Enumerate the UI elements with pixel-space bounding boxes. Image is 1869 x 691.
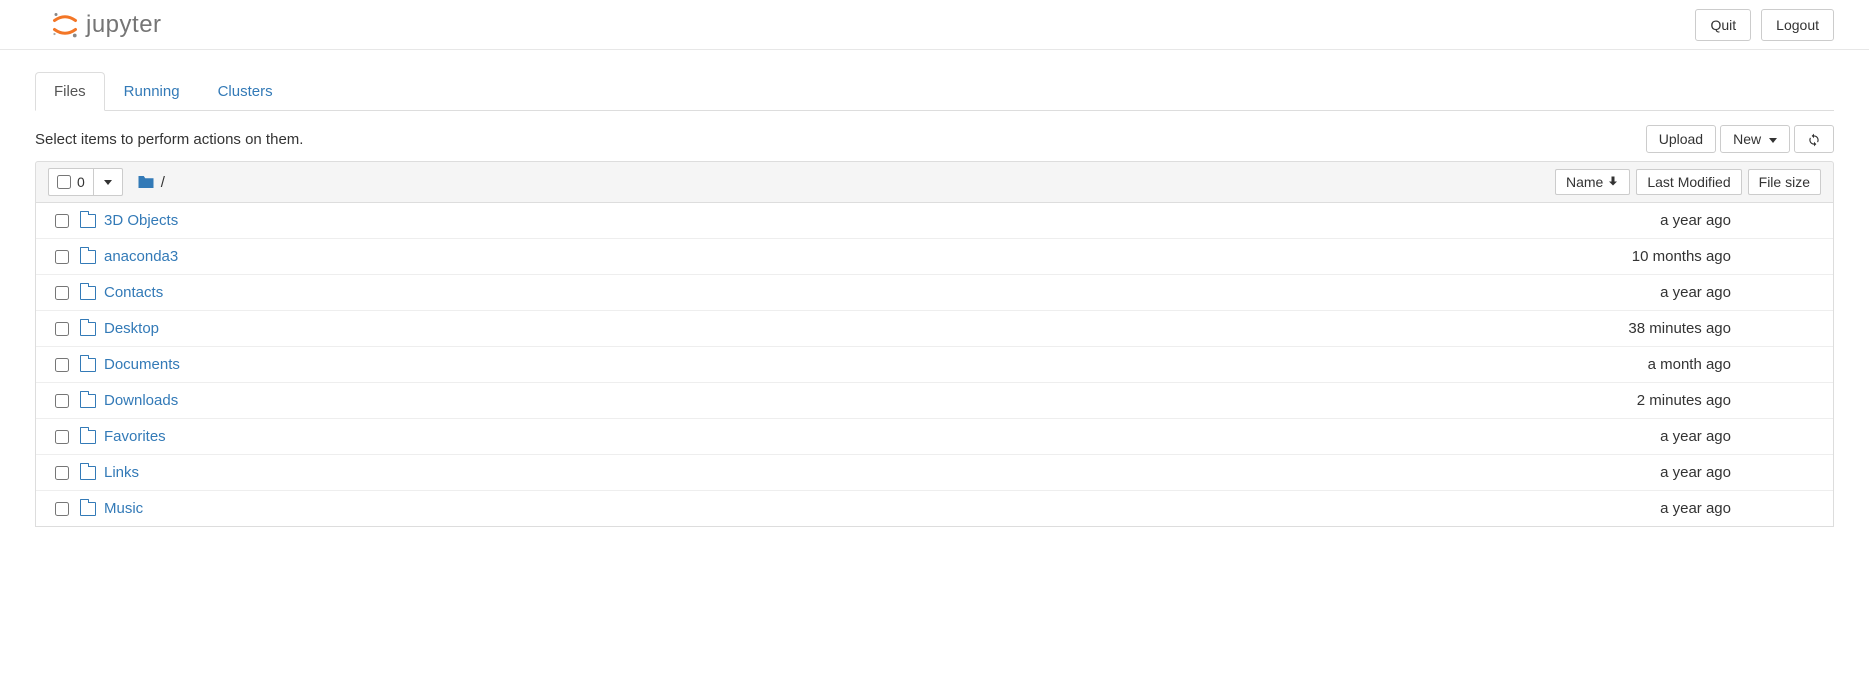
folder-icon (80, 214, 104, 228)
modified-col-label: Last Modified (1647, 174, 1730, 190)
file-link[interactable]: anaconda3 (104, 248, 178, 265)
tab-running[interactable]: Running (105, 72, 199, 111)
file-row: Links a year ago (36, 455, 1833, 491)
folder-icon (80, 358, 104, 372)
toolbar: Select items to perform actions on them.… (35, 111, 1834, 161)
select-all-group: 0 (48, 168, 123, 196)
breadcrumb[interactable]: / (137, 174, 165, 191)
logout-button[interactable]: Logout (1761, 9, 1834, 41)
folder-icon (80, 286, 104, 300)
row-checkbox[interactable] (55, 502, 69, 516)
quit-button[interactable]: Quit (1695, 9, 1751, 41)
refresh-icon (1807, 133, 1821, 147)
sort-modified-button[interactable]: Last Modified (1636, 169, 1741, 195)
file-modified: a year ago (1561, 212, 1731, 229)
file-row: Downloads 2 minutes ago (36, 383, 1833, 419)
file-row: anaconda3 10 months ago (36, 239, 1833, 275)
tab-files[interactable]: Files (35, 72, 105, 111)
folder-icon (80, 466, 104, 480)
file-link[interactable]: Documents (104, 356, 180, 373)
file-row: Contacts a year ago (36, 275, 1833, 311)
sort-size-button[interactable]: File size (1748, 169, 1821, 195)
file-modified: a year ago (1561, 500, 1731, 517)
refresh-button[interactable] (1794, 125, 1834, 153)
file-link[interactable]: Contacts (104, 284, 163, 301)
tabs: Files Running Clusters (35, 72, 1834, 111)
file-modified: 38 minutes ago (1561, 320, 1731, 337)
jupyter-logo[interactable]: jupyter (50, 10, 162, 40)
file-row: Favorites a year ago (36, 419, 1833, 455)
caret-down-icon (1769, 138, 1777, 143)
file-modified: a year ago (1561, 284, 1731, 301)
row-checkbox[interactable] (55, 394, 69, 408)
row-checkbox[interactable] (55, 214, 69, 228)
arrow-down-icon (1607, 174, 1619, 190)
file-modified: a year ago (1561, 428, 1731, 445)
file-link[interactable]: Links (104, 464, 139, 481)
upload-button[interactable]: Upload (1646, 125, 1716, 153)
file-modified: a year ago (1561, 464, 1731, 481)
app-header: jupyter Quit Logout (0, 0, 1869, 50)
row-checkbox[interactable] (55, 466, 69, 480)
selected-count: 0 (77, 174, 85, 190)
row-checkbox[interactable] (55, 358, 69, 372)
jupyter-logo-text: jupyter (86, 11, 162, 39)
folder-icon (80, 430, 104, 444)
row-checkbox[interactable] (55, 322, 69, 336)
header-buttons: Quit Logout (1695, 9, 1834, 41)
caret-down-icon (104, 180, 112, 185)
file-row: Desktop 38 minutes ago (36, 311, 1833, 347)
sort-name-button[interactable]: Name (1555, 169, 1630, 195)
file-modified: 10 months ago (1561, 248, 1731, 265)
file-row: 3D Objects a year ago (36, 203, 1833, 239)
folder-icon (80, 250, 104, 264)
tab-clusters[interactable]: Clusters (199, 72, 292, 111)
file-link[interactable]: Downloads (104, 392, 178, 409)
file-modified: a month ago (1561, 356, 1731, 373)
file-modified: 2 minutes ago (1561, 392, 1731, 409)
size-col-label: File size (1759, 174, 1810, 190)
file-list: 3D Objects a year ago anaconda3 10 months a… (35, 203, 1834, 527)
file-row: Documents a month ago (36, 347, 1833, 383)
new-button[interactable]: New (1720, 125, 1790, 153)
file-link[interactable]: Favorites (104, 428, 166, 445)
file-list-header: 0 / Name Last M (35, 161, 1834, 203)
file-link[interactable]: Desktop (104, 320, 159, 337)
file-row: Music a year ago (36, 491, 1833, 526)
name-col-label: Name (1566, 174, 1603, 190)
toolbar-hint: Select items to perform actions on them. (35, 131, 303, 148)
row-checkbox[interactable] (55, 286, 69, 300)
jupyter-logo-icon (50, 10, 80, 40)
folder-icon (80, 322, 104, 336)
new-button-label: New (1733, 131, 1761, 147)
row-checkbox[interactable] (55, 250, 69, 264)
breadcrumb-root: / (161, 174, 165, 191)
select-all-checkbox[interactable] (57, 175, 71, 189)
folder-icon (80, 394, 104, 408)
file-link[interactable]: Music (104, 500, 143, 517)
file-link[interactable]: 3D Objects (104, 212, 178, 229)
row-checkbox[interactable] (55, 430, 69, 444)
select-dropdown[interactable] (93, 169, 122, 195)
folder-icon (137, 174, 155, 190)
folder-icon (80, 502, 104, 516)
